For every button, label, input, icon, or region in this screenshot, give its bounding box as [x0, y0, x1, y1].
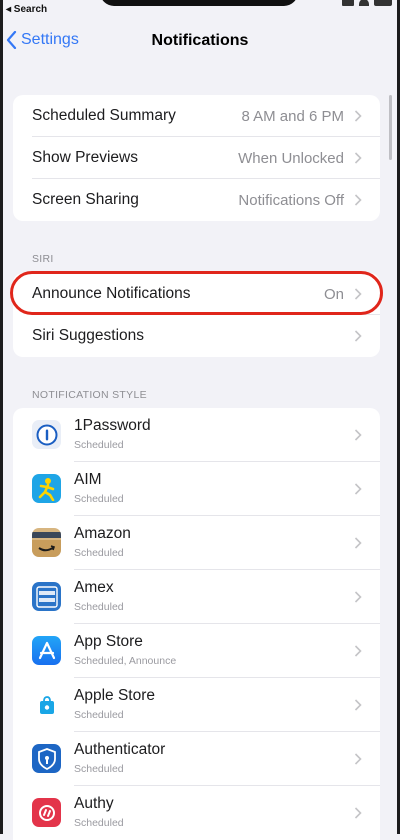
app-name: Amazon	[74, 525, 131, 542]
row-label: Siri Suggestions	[32, 327, 145, 344]
authenticator-icon	[32, 744, 61, 773]
authy-icon	[32, 798, 61, 827]
chevron-right-icon	[354, 753, 362, 765]
status-icons	[342, 0, 392, 6]
signal-icon	[342, 0, 354, 6]
screen-sharing-row[interactable]: Screen Sharing Notifications Off	[13, 179, 380, 221]
app-notification-style: Scheduled	[74, 439, 124, 451]
navigation-bar: Settings Notifications	[0, 26, 400, 56]
chevron-right-icon	[354, 591, 362, 603]
chevron-right-icon	[354, 330, 362, 342]
announce-notifications-row[interactable]: Announce Notifications On	[13, 273, 380, 315]
row-label: Announce Notifications	[32, 285, 191, 302]
app-notification-style: Scheduled	[74, 547, 124, 559]
app-row-amazon[interactable]: Amazon Scheduled	[13, 516, 380, 570]
show-previews-row[interactable]: Show Previews When Unlocked	[13, 137, 380, 179]
aim-icon	[32, 474, 61, 503]
chevron-right-icon	[354, 483, 362, 495]
app-store-icon	[32, 636, 61, 665]
notification-style-section-header: NOTIFICATION STYLE	[32, 389, 147, 401]
scroll-indicator[interactable]	[389, 95, 392, 160]
siri-suggestions-row[interactable]: Siri Suggestions	[13, 315, 380, 357]
status-bar: ◂ Search	[0, 0, 400, 22]
scheduled-summary-row[interactable]: Scheduled Summary 8 AM and 6 PM	[13, 95, 380, 137]
app-name: App Store	[74, 633, 143, 650]
apple-store-icon	[32, 690, 61, 719]
chevron-right-icon	[354, 645, 362, 657]
row-value: Notifications Off	[238, 191, 344, 209]
app-row-amex[interactable]: Amex Scheduled	[13, 570, 380, 624]
app-row-authenticator[interactable]: Authenticator Scheduled	[13, 732, 380, 786]
battery-icon	[374, 0, 392, 6]
app-name: 1Password	[74, 417, 151, 434]
app-notification-style: Scheduled, Announce	[74, 655, 177, 667]
chevron-right-icon	[354, 152, 362, 164]
app-row-1password[interactable]: 1Password Scheduled	[13, 408, 380, 462]
app-name: Authy	[74, 795, 114, 812]
wifi-icon	[359, 0, 369, 6]
app-notification-style: Scheduled	[74, 493, 124, 505]
notch	[100, 0, 298, 6]
summary-settings-group: Scheduled Summary 8 AM and 6 PM Show Pre…	[13, 95, 380, 221]
app-name: Authenticator	[74, 741, 166, 758]
chevron-right-icon	[354, 699, 362, 711]
chevron-right-icon	[354, 194, 362, 206]
siri-section-header: SIRI	[32, 253, 54, 265]
chevron-right-icon	[354, 288, 362, 300]
app-row-authy[interactable]: Authy Scheduled	[13, 786, 380, 840]
app-notification-style: Scheduled	[74, 763, 124, 775]
row-label: Show Previews	[32, 149, 138, 166]
app-name: Amex	[74, 579, 114, 596]
page-title: Notifications	[151, 32, 249, 49]
app-row-apple-store[interactable]: Apple Store Scheduled	[13, 678, 380, 732]
app-row-app-store[interactable]: App Store Scheduled, Announce	[13, 624, 380, 678]
app-row-aim[interactable]: AIM Scheduled	[13, 462, 380, 516]
app-name: AIM	[74, 471, 102, 488]
chevron-right-icon	[354, 429, 362, 441]
siri-settings-group: Announce Notifications On Siri Suggestio…	[13, 273, 380, 357]
row-value: 8 AM and 6 PM	[241, 107, 344, 125]
row-value: When Unlocked	[238, 149, 344, 167]
app-notification-style: Scheduled	[74, 601, 124, 613]
amex-icon	[32, 582, 61, 611]
row-label: Screen Sharing	[32, 191, 139, 208]
app-name: Apple Store	[74, 687, 155, 704]
app-notifications-list: 1Password Scheduled AIM Scheduled Amazon…	[13, 408, 380, 840]
app-notification-style: Scheduled	[74, 709, 124, 721]
app-notification-style: Scheduled	[74, 817, 124, 829]
chevron-right-icon	[354, 537, 362, 549]
chevron-right-icon	[354, 110, 362, 122]
chevron-right-icon	[354, 807, 362, 819]
back-to-search-link[interactable]: ◂ Search	[6, 4, 47, 15]
row-value: On	[323, 285, 344, 303]
1password-icon	[32, 420, 61, 449]
amazon-icon	[32, 528, 61, 557]
row-label: Scheduled Summary	[32, 107, 176, 124]
